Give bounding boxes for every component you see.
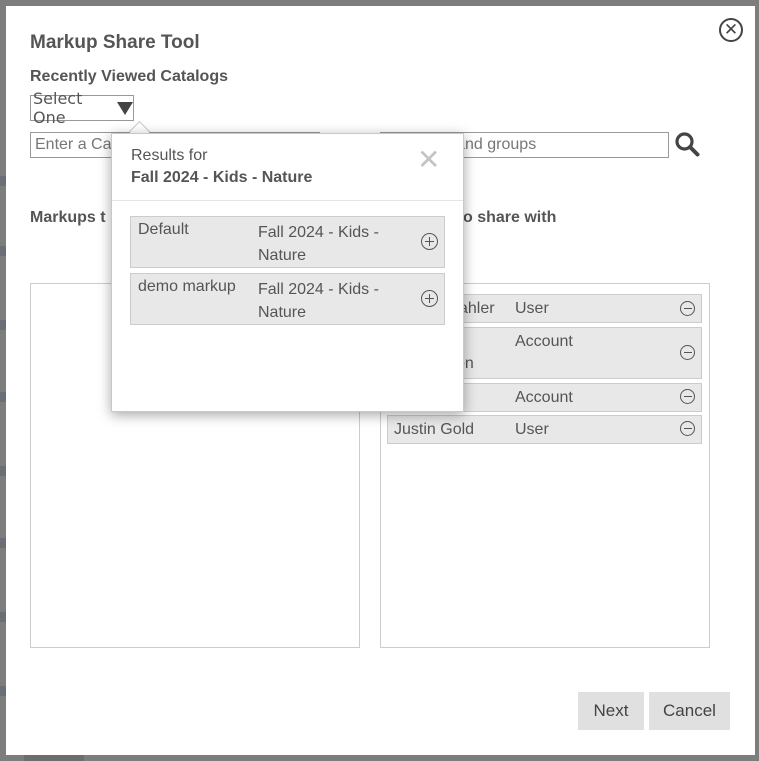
recent-catalogs-label: Recently Viewed Catalogs — [30, 68, 228, 85]
search-icon[interactable] — [674, 131, 700, 157]
share-item-type: User — [515, 421, 549, 438]
close-popup-icon[interactable]: ✕ — [417, 146, 440, 174]
remove-circle-icon[interactable] — [680, 421, 695, 436]
add-circle-icon[interactable] — [421, 290, 438, 307]
markups-heading: Markups t — [30, 209, 106, 226]
result-markup-name: demo markup — [138, 278, 236, 295]
result-item: Default Fall 2024 - Kids - Nature — [130, 216, 445, 268]
share-item-type: Account — [515, 333, 573, 350]
select-value: Select One — [33, 89, 83, 127]
close-dialog-icon[interactable]: ✕ — [719, 18, 743, 42]
catalog-results-popup: Results for Fall 2024 - Kids - Nature ✕ … — [111, 133, 464, 412]
remove-circle-icon[interactable] — [680, 345, 695, 360]
results-for-label: Results for — [131, 147, 208, 164]
remove-circle-icon[interactable] — [680, 389, 695, 404]
results-catalog-name: Fall 2024 - Kids - Nature — [131, 169, 313, 186]
result-markup-name: Default — [138, 221, 189, 238]
next-button[interactable]: Next — [578, 692, 644, 730]
remove-circle-icon[interactable] — [680, 301, 695, 316]
share-item-name: Justin Gold — [394, 421, 475, 438]
share-list-item: Justin Gold User — [387, 415, 702, 444]
recent-catalogs-select[interactable]: Select One — [30, 89, 134, 127]
share-item-type: User — [515, 300, 549, 317]
share-item-name: ahler — [459, 300, 495, 317]
caret-down-icon — [117, 101, 133, 115]
result-catalog-name: Fall 2024 - Kids - Nature — [258, 281, 379, 321]
share-with-heading: o share with — [463, 209, 557, 226]
result-catalog-name: Fall 2024 - Kids - Nature — [258, 224, 379, 264]
share-item-type: Account — [515, 389, 573, 406]
result-item: demo markup Fall 2024 - Kids - Nature — [130, 273, 445, 325]
add-circle-icon[interactable] — [421, 233, 438, 250]
cancel-button[interactable]: Cancel — [649, 692, 730, 730]
popup-header: Results for Fall 2024 - Kids - Nature ✕ — [112, 134, 463, 201]
dialog-title: Markup Share Tool — [30, 32, 200, 53]
